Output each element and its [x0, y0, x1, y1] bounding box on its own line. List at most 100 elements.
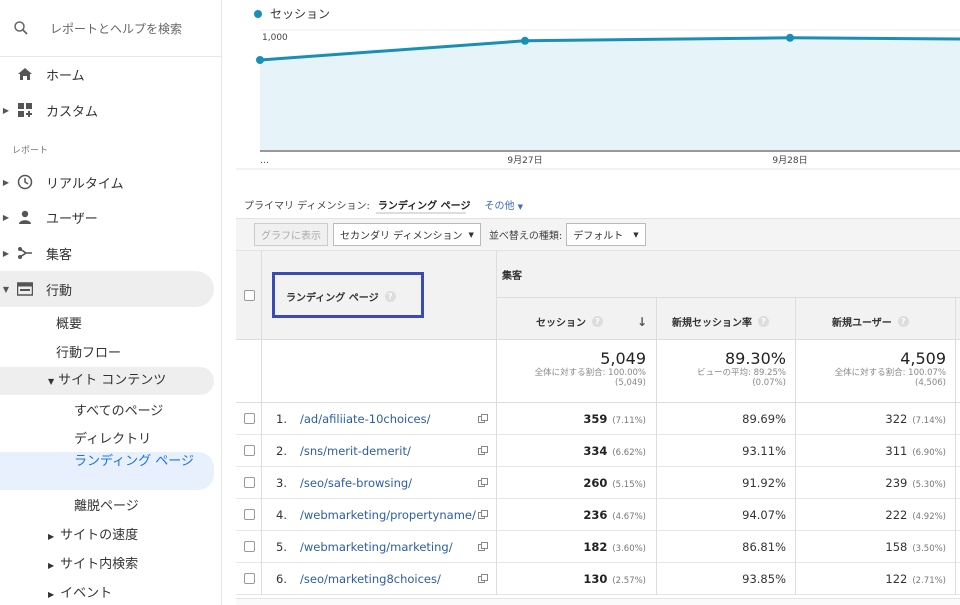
row-checkbox[interactable] — [244, 509, 255, 520]
total-note: 全体に対する割合: 100.00% — [534, 368, 646, 378]
landing-page-link[interactable]: /seo/safe-browsing/ — [300, 476, 412, 490]
chart-legend: セッション — [254, 5, 330, 22]
data-point[interactable] — [786, 33, 794, 42]
x-tick-label: … — [260, 156, 269, 166]
sidebar-label: 行動 — [46, 283, 73, 299]
help-icon[interactable]: ? — [592, 316, 603, 327]
sidebar-label: 集客 — [46, 247, 73, 263]
dimension-current[interactable]: ランディング ページ — [378, 197, 471, 212]
sidebar-item-all-pages[interactable]: すべてのページ — [74, 400, 163, 419]
sidebar-item-realtime[interactable]: ▶ リアルタイム — [0, 164, 214, 200]
divider — [656, 435, 657, 467]
divider — [955, 531, 956, 563]
divider — [496, 499, 497, 531]
cell-new-session-rate: 91.92% — [742, 476, 786, 490]
total-value: 89.30% — [724, 349, 786, 368]
row-checkbox[interactable] — [244, 477, 255, 488]
cell-percent: (5.30%) — [912, 480, 946, 490]
open-in-new-icon[interactable] — [478, 510, 488, 519]
landing-page-link[interactable]: /sns/merit-demerit/ — [300, 444, 411, 458]
cell-value: 239 — [885, 476, 908, 490]
chevron-down-icon: ▼ — [468, 230, 474, 239]
sidebar-label: ホーム — [46, 68, 85, 84]
sidebar-item-home[interactable]: ホーム — [0, 56, 214, 92]
column-header-sessions[interactable]: セッション? ↓ — [536, 314, 647, 330]
sidebar-item-users[interactable]: ▶ ユーザー — [0, 199, 214, 235]
row-checkbox[interactable] — [244, 541, 255, 552]
divider — [496, 467, 497, 499]
cell-value: 222 — [885, 508, 908, 522]
row-number: 6. — [276, 572, 287, 586]
divider — [261, 403, 262, 435]
divider — [261, 467, 262, 499]
cell-new-users: 311 (6.90%) — [885, 444, 946, 458]
data-point[interactable] — [521, 36, 529, 45]
header-label: 新規セッション率 — [672, 318, 752, 329]
sidebar-label: サイト内検索 — [60, 557, 139, 572]
cell-percent: (6.62%) — [612, 448, 646, 458]
column-header-new-session-rate[interactable]: 新規セッション率? — [672, 314, 769, 329]
cell-percent: (3.60%) — [612, 544, 646, 554]
divider — [496, 403, 497, 435]
sidebar-item-behavior[interactable]: ▼ 行動 — [0, 271, 214, 307]
row-checkbox[interactable] — [244, 573, 255, 584]
open-in-new-icon[interactable] — [478, 414, 488, 423]
search-bar[interactable]: レポートとヘルプを検索 — [0, 0, 221, 57]
table-row: 4. /webmarketing/propertyname/236 (4.67%) 9… — [236, 499, 960, 531]
total-value: 4,509 — [900, 349, 946, 368]
open-in-new-icon[interactable] — [478, 542, 488, 551]
landing-page-link[interactable]: /webmarketing/marketing/ — [300, 540, 453, 554]
sidebar-item-acquisition[interactable]: ▶ 集客 — [0, 235, 214, 271]
chevron-down-icon: ▼ — [633, 230, 639, 239]
divider — [496, 531, 497, 563]
divider — [795, 467, 796, 499]
plot-rows-button[interactable]: グラフに表示 — [254, 223, 328, 246]
sidebar-item-directory[interactable]: ディレクトリ — [74, 428, 151, 447]
row-checkbox[interactable] — [244, 413, 255, 424]
sidebar-item-exit-pages[interactable]: 離脱ページ — [74, 495, 139, 514]
data-point[interactable] — [256, 56, 264, 64]
cell-new-session-rate: 86.81% — [742, 540, 786, 554]
cell-value: 236 — [583, 508, 608, 522]
search-input[interactable]: レポートとヘルプを検索 — [50, 20, 182, 37]
sidebar-item-overview[interactable]: 概要 — [56, 313, 82, 332]
row-checkbox[interactable] — [244, 445, 255, 456]
sort-type-select[interactable]: デフォルト ▼ — [566, 223, 646, 246]
sidebar-item-custom[interactable]: ▶ カスタム — [0, 92, 214, 128]
caret-down-icon: ▼ — [2, 284, 10, 294]
column-header-new-users[interactable]: 新規ユーザー? — [832, 314, 909, 329]
dimension-label: プライマリ ディメンション: — [244, 201, 370, 212]
sidebar-item-site-search[interactable]: ▶ サイト内検索 — [48, 553, 138, 572]
x-tick-label: 9月28日 — [772, 155, 807, 166]
help-icon[interactable]: ? — [897, 316, 909, 327]
row-number: 5. — [276, 540, 287, 554]
sidebar-item-site-speed[interactable]: ▶ サイトの速度 — [48, 524, 138, 543]
sidebar-label: ランディング ページ — [74, 454, 194, 469]
sidebar-item-site-content[interactable]: ▼ サイト コンテンツ — [0, 367, 214, 395]
dimension-other-link[interactable]: その他 ▼ — [484, 197, 523, 212]
sidebar-item-landing-pages[interactable]: ランディング ページ — [0, 452, 214, 490]
help-icon[interactable]: ? — [758, 316, 769, 327]
landing-page-link[interactable]: /ad/afiliiate-10choices/ — [300, 412, 431, 426]
table-toolbar: グラフに表示 セカンダリ ディメンション ▼ 並べ替えの種類: デフォルト ▼ — [236, 218, 960, 251]
open-in-new-icon[interactable] — [478, 478, 488, 487]
landing-page-link[interactable]: /seo/marketing8choices/ — [300, 572, 441, 586]
cell-new-users: 239 (5.30%) — [885, 476, 946, 490]
sidebar-item-behavior-flow[interactable]: 行動フロー — [56, 342, 121, 361]
sidebar-item-events[interactable]: ▶ イベント — [48, 582, 112, 601]
secondary-dimension-select[interactable]: セカンダリ ディメンション ▼ — [333, 223, 481, 246]
table-row: 6. /seo/marketing8choices/130 (2.57%) 93.85… — [236, 563, 960, 595]
open-in-new-icon[interactable] — [478, 574, 488, 583]
table-row: 2. /sns/merit-demerit/334 (6.62%) 93.11% 311… — [236, 435, 960, 467]
chevron-down-icon: ▼ — [517, 203, 524, 211]
open-in-new-icon[interactable] — [478, 446, 488, 455]
total-value: 5,049 — [600, 349, 646, 368]
sidebar-label: リアルタイム — [46, 176, 124, 192]
primary-dimension-bar: プライマリ ディメンション: ランディング ページ その他 ▼ — [244, 197, 523, 212]
caret-right-icon: ▶ — [2, 105, 10, 115]
sidebar-label: サイトの速度 — [60, 528, 139, 543]
landing-page-link[interactable]: /webmarketing/propertyname/ — [300, 508, 476, 522]
select-all-checkbox[interactable] — [244, 290, 255, 301]
table-row: 3. /seo/safe-browsing/260 (5.15%) 91.92% 239… — [236, 467, 960, 499]
caret-right-icon: ▶ — [2, 248, 10, 258]
